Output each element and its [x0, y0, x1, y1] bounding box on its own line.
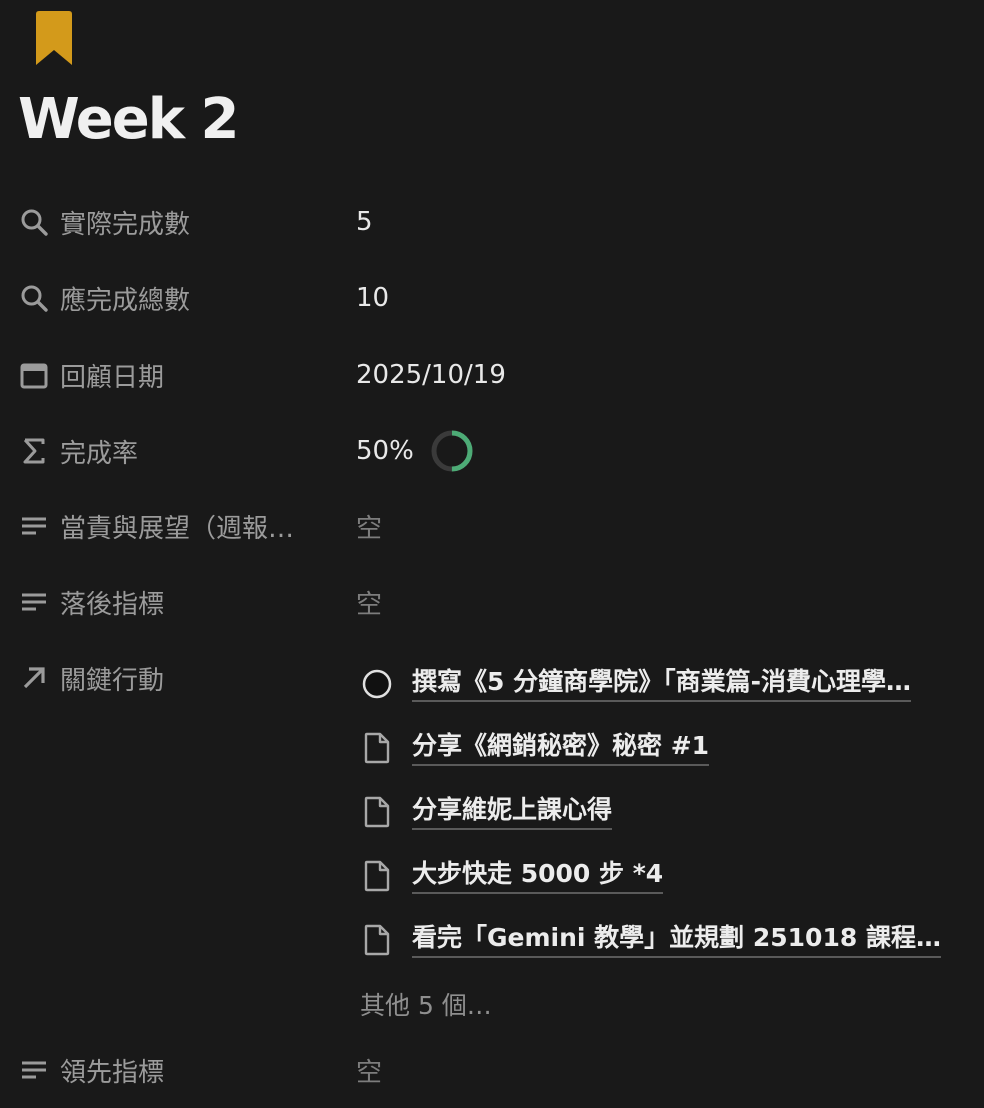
relation-list: 撰寫《5 分鐘商學院》「商業篇-消費心理學… 分享《網銷秘密》秘密 #1 分享維…: [356, 652, 976, 1036]
relation-item[interactable]: 撰寫《5 分鐘商學院》「商業篇-消費心理學…: [356, 652, 976, 716]
relation-item-label[interactable]: 大步快走 5000 步 *4: [412, 858, 664, 894]
property-row-total-required: 應完成總數 10: [0, 272, 984, 324]
property-name[interactable]: 完成率: [18, 425, 318, 477]
property-name[interactable]: 落後指標: [18, 576, 318, 628]
text-lines-icon: [18, 1054, 50, 1086]
property-name[interactable]: 實際完成數: [18, 196, 318, 248]
property-value[interactable]: 10: [348, 272, 389, 324]
arrow-up-right-icon: [18, 662, 50, 694]
page: Week 2 實際完成數 5 應完成總數 10 回顧日期 2025/10/19: [0, 0, 984, 1108]
document-icon: [360, 923, 394, 957]
property-label: 關鍵行動: [60, 665, 165, 696]
property-label: 實際完成數: [60, 209, 191, 240]
calendar-icon: [18, 359, 50, 391]
relation-item-label[interactable]: 看完「Gemini 教學」並規劃 251018 課程…: [412, 922, 941, 958]
relation-item[interactable]: 大步快走 5000 步 *4: [356, 844, 976, 908]
property-value[interactable]: 5: [348, 196, 373, 248]
relation-item-label[interactable]: 分享維妮上課心得: [412, 794, 613, 830]
property-name[interactable]: 當責與展望（週報…: [18, 500, 318, 552]
progress-ring: [431, 430, 473, 472]
sigma-icon: [18, 435, 50, 467]
property-label: 當責與展望（週報…: [60, 513, 295, 544]
page-title[interactable]: Week 2: [18, 84, 239, 156]
relation-more-link[interactable]: 其他 5 個…: [356, 972, 976, 1036]
relation-item[interactable]: 看完「Gemini 教學」並規劃 251018 課程…: [356, 908, 976, 972]
completion-rate-text: 50%: [356, 436, 414, 466]
relation-item-label[interactable]: 分享《網銷秘密》秘密 #1: [412, 730, 710, 766]
property-row-completion-rate: 完成率 50%: [0, 425, 984, 477]
property-label: 領先指標: [60, 1057, 165, 1088]
property-label: 回顧日期: [60, 362, 165, 393]
document-icon: [360, 731, 394, 765]
property-row-accountability-outlook: 當責與展望（週報… 空: [0, 500, 984, 552]
property-name[interactable]: 關鍵行動: [18, 652, 318, 704]
circle-icon: [360, 667, 394, 701]
text-lines-icon: [18, 510, 50, 542]
property-name[interactable]: 領先指標: [18, 1044, 318, 1096]
document-icon: [360, 795, 394, 829]
property-label: 完成率: [60, 438, 139, 469]
property-row-leading-indicator: 領先指標 空: [0, 1044, 984, 1096]
relation-item-label[interactable]: 撰寫《5 分鐘商學院》「商業篇-消費心理學…: [412, 666, 911, 702]
property-row-review-date: 回顧日期 2025/10/19: [0, 349, 984, 401]
relation-item[interactable]: 分享《網銷秘密》秘密 #1: [356, 716, 976, 780]
search-icon: [18, 282, 50, 314]
property-row-actual-completed: 實際完成數 5: [0, 196, 984, 248]
property-row-lagging-indicator: 落後指標 空: [0, 576, 984, 628]
relation-item[interactable]: 分享維妮上課心得: [356, 780, 976, 844]
property-value[interactable]: 2025/10/19: [348, 349, 506, 401]
property-value-empty[interactable]: 空: [348, 500, 382, 552]
bookmark-icon[interactable]: [34, 10, 74, 68]
document-icon: [360, 859, 394, 893]
property-label: 落後指標: [60, 589, 165, 620]
property-value-empty[interactable]: 空: [348, 576, 382, 628]
property-name[interactable]: 應完成總數: [18, 272, 318, 324]
text-lines-icon: [18, 586, 50, 618]
property-label: 應完成總數: [60, 285, 191, 316]
property-value-completion-rate[interactable]: 50%: [348, 425, 474, 477]
search-icon: [18, 206, 50, 238]
property-name[interactable]: 回顧日期: [18, 349, 318, 401]
property-value-empty[interactable]: 空: [348, 1044, 382, 1096]
